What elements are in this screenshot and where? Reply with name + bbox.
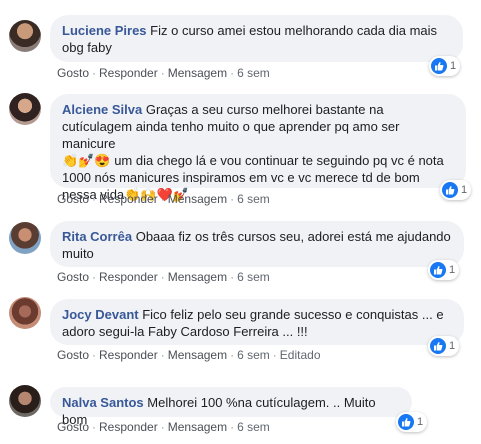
message-link[interactable]: Mensagem bbox=[168, 270, 227, 284]
comment-actions: Gosto · Responder · Mensagem · 6 sem bbox=[57, 420, 270, 434]
message-link[interactable]: Mensagem bbox=[168, 420, 227, 434]
timestamp[interactable]: 6 sem bbox=[237, 348, 270, 362]
like-icon bbox=[398, 414, 414, 430]
comment-author[interactable]: Rita Corrêa bbox=[62, 229, 132, 244]
comment-author[interactable]: Jocy Devant bbox=[62, 307, 139, 322]
comment-text-line: um dia chego lá e vou continuar te segui… bbox=[114, 153, 444, 168]
reply-link[interactable]: Responder bbox=[99, 192, 158, 206]
comment-actions: Gosto · Responder · Mensagem · 6 sem bbox=[57, 66, 270, 80]
comment-author[interactable]: Nalva Santos bbox=[62, 395, 144, 410]
like-link[interactable]: Gosto bbox=[57, 270, 89, 284]
reaction-count[interactable]: 1 bbox=[440, 180, 472, 200]
reaction-count-text: 1 bbox=[449, 264, 456, 276]
reaction-count-text: 1 bbox=[450, 60, 457, 72]
comment-text-line: 1000 nós manicures inspiramos em vc e vc… bbox=[62, 170, 420, 185]
comment-actions: Gosto · Responder · Mensagem · 6 sem · Editado bbox=[57, 348, 321, 362]
avatar[interactable] bbox=[9, 297, 41, 329]
reaction-count[interactable]: 1 bbox=[429, 56, 461, 76]
reaction-count-text: 1 bbox=[449, 340, 456, 352]
reply-link[interactable]: Responder bbox=[99, 420, 158, 434]
reaction-count-text: 1 bbox=[461, 184, 468, 196]
timestamp[interactable]: 6 sem bbox=[237, 270, 270, 284]
timestamp[interactable]: 6 sem bbox=[237, 192, 270, 206]
message-link[interactable]: Mensagem bbox=[168, 348, 227, 362]
reaction-count[interactable]: 1 bbox=[428, 260, 460, 280]
emoji-group: 👏💅😍 bbox=[62, 153, 111, 168]
avatar[interactable] bbox=[9, 222, 41, 254]
comment-author[interactable]: Alciene Silva bbox=[62, 102, 142, 117]
message-link[interactable]: Mensagem bbox=[168, 66, 227, 80]
like-link[interactable]: Gosto bbox=[57, 348, 89, 362]
like-icon bbox=[442, 182, 458, 198]
timestamp[interactable]: 6 sem bbox=[237, 420, 270, 434]
message-link[interactable]: Mensagem bbox=[168, 192, 227, 206]
comment-bubble: Alciene Silva Graças a seu curso melhore… bbox=[50, 94, 466, 202]
like-link[interactable]: Gosto bbox=[57, 192, 89, 206]
reply-link[interactable]: Responder bbox=[99, 66, 158, 80]
avatar[interactable] bbox=[9, 20, 41, 52]
comment-bubble: Luciene Pires Fiz o curso amei estou mel… bbox=[50, 15, 463, 62]
like-link[interactable]: Gosto bbox=[57, 66, 89, 80]
reply-link[interactable]: Responder bbox=[99, 348, 158, 362]
like-icon bbox=[431, 58, 447, 74]
reaction-count[interactable]: 1 bbox=[396, 412, 428, 432]
timestamp[interactable]: 6 sem bbox=[237, 66, 270, 80]
avatar[interactable] bbox=[9, 93, 41, 125]
comment-author[interactable]: Luciene Pires bbox=[62, 23, 147, 38]
like-icon bbox=[430, 338, 446, 354]
comment-actions: Gosto · Responder · Mensagem · 6 sem bbox=[57, 270, 270, 284]
comment-bubble: Rita Corrêa Obaaa fiz os três cursos seu… bbox=[50, 221, 464, 267]
edited-label[interactable]: Editado bbox=[280, 348, 321, 362]
avatar[interactable] bbox=[9, 385, 41, 417]
like-icon bbox=[430, 262, 446, 278]
comment-text-line: cutículagem ainda tenho muito o que apre… bbox=[62, 119, 400, 151]
comment-actions: Gosto · Responder · Mensagem · 6 sem bbox=[57, 192, 270, 206]
reaction-count[interactable]: 1 bbox=[428, 336, 460, 356]
comment-bubble: Jocy Devant Fico feliz pelo seu grande s… bbox=[50, 299, 464, 345]
reaction-count-text: 1 bbox=[417, 416, 424, 428]
like-link[interactable]: Gosto bbox=[57, 420, 89, 434]
comment-bubble: Nalva Santos Melhorei 100 %na cutículage… bbox=[50, 387, 412, 427]
comment-text-line: Graças a seu curso melhorei bastante na bbox=[145, 102, 384, 117]
reply-link[interactable]: Responder bbox=[99, 270, 158, 284]
